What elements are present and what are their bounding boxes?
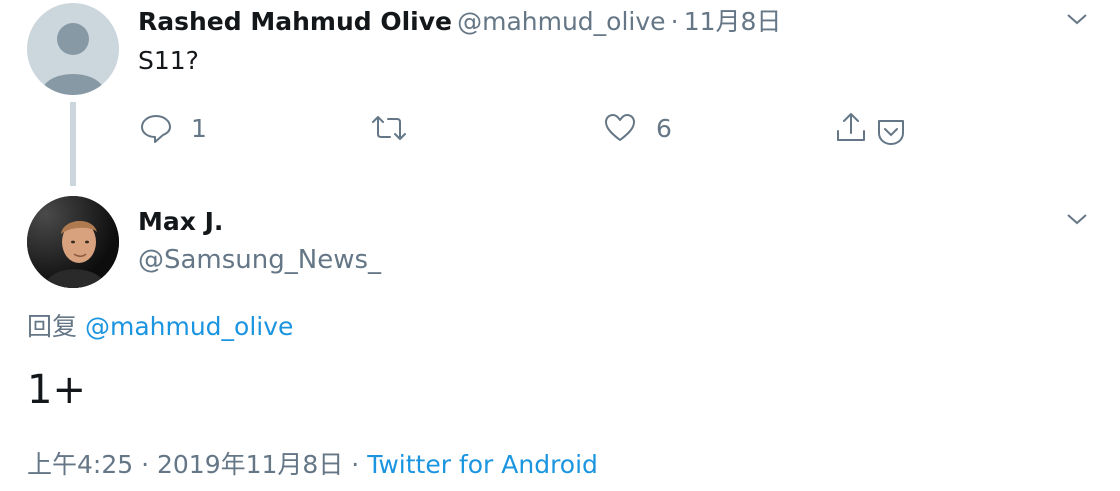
reply-context: 回复 @mahmud_olive (27, 311, 293, 343)
meta-separator-2: · (351, 450, 360, 479)
reply-icon (139, 113, 173, 143)
parent-separator: · (670, 7, 679, 36)
thread-line (70, 102, 76, 186)
parent-date[interactable]: 11月8日 (684, 7, 782, 36)
like-count: 6 (656, 113, 672, 143)
parent-menu-chevron-icon[interactable] (1066, 12, 1088, 26)
retweet-icon[interactable] (370, 114, 408, 142)
main-menu-chevron-icon[interactable] (1066, 212, 1088, 226)
reply-count: 1 (191, 113, 207, 143)
reply-to-link[interactable]: @mahmud_olive (85, 312, 293, 341)
parent-tweet-text: S11? (138, 46, 199, 75)
tweet-date[interactable]: 2019年11月8日 (157, 450, 343, 479)
like-action[interactable]: 6 (604, 112, 672, 144)
main-avatar[interactable] (27, 196, 119, 288)
meta-separator-1: · (141, 450, 150, 479)
default-avatar-icon (41, 23, 105, 95)
tweet-time[interactable]: 上午4:25 (27, 450, 133, 479)
parent-tweet-header: Rashed Mahmud Olive @mahmud_olive · 11月8… (138, 7, 781, 40)
profile-photo (27, 196, 119, 288)
main-display-name[interactable]: Max J. (138, 206, 223, 238)
share-icon[interactable] (835, 111, 867, 143)
heart-icon (604, 113, 636, 143)
reply-prefix: 回复 (27, 312, 78, 341)
reply-action[interactable]: 1 (139, 112, 207, 144)
tweet-source-link[interactable]: Twitter for Android (367, 450, 598, 479)
main-handle[interactable]: @Samsung_News_ (138, 244, 381, 276)
parent-avatar[interactable] (27, 3, 119, 95)
main-tweet-text: 1+ (27, 367, 86, 413)
tweet-metadata: 上午4:25 · 2019年11月8日 · Twitter for Androi… (27, 449, 598, 481)
parent-display-name[interactable]: Rashed Mahmud Olive (138, 7, 452, 36)
parent-handle[interactable]: @mahmud_olive (457, 7, 665, 36)
chevron-down-badge-icon[interactable] (875, 118, 907, 146)
